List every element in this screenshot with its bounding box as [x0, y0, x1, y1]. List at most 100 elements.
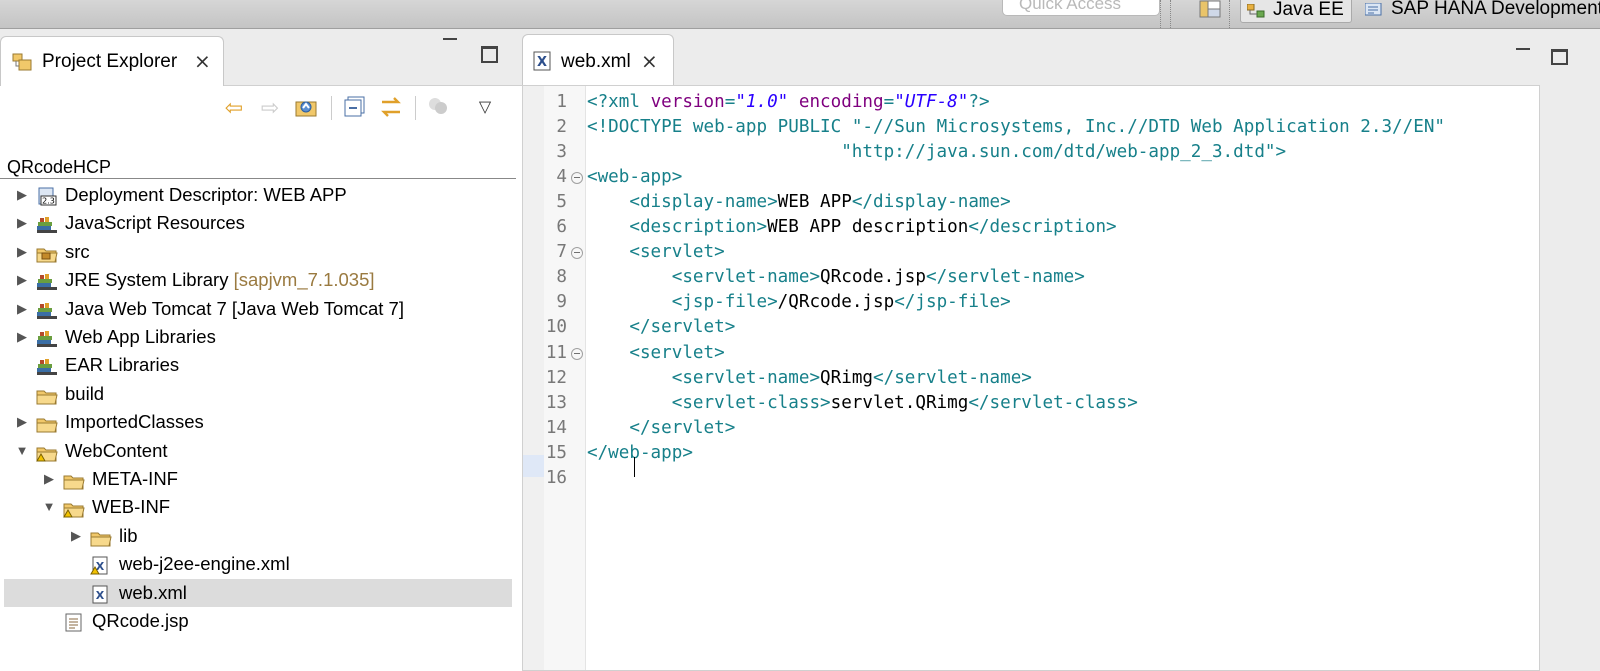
- tree-item[interactable]: QRcode.jsp: [0, 607, 516, 635]
- expanded-twisty-icon[interactable]: ▼: [15, 437, 29, 465]
- tree-item-text: Web App Libraries: [65, 326, 216, 347]
- code-token: "-//Sun Microsystems, Inc.//DTD Web Appl…: [851, 117, 1445, 138]
- folder-warning-icon: [63, 498, 85, 518]
- xml-file-icon: X: [90, 584, 112, 604]
- tree-item[interactable]: ▶ ImportedClasses: [0, 408, 516, 436]
- overview-ruler: [523, 86, 544, 670]
- tree-item-label: ImportedClasses: [65, 408, 204, 436]
- library-icon: [36, 300, 58, 319]
- back-arrow-icon[interactable]: ⇦: [221, 96, 247, 120]
- collapsed-twisty-icon[interactable]: ▶: [15, 408, 29, 436]
- tree-item-label: META-INF: [92, 465, 178, 493]
- tree-item-text: QRcode.jsp: [92, 610, 189, 631]
- tree-item-text: Java Web Tomcat 7 [Java Web Tomcat 7]: [65, 297, 404, 319]
- tree-item[interactable]: ▶ Web App Libraries: [0, 323, 516, 351]
- code-token: <description>: [587, 217, 768, 238]
- tree-item-decoration: [sapjvm_7.1.035]: [233, 269, 375, 291]
- collapsed-twisty-icon[interactable]: ▶: [69, 522, 83, 550]
- tree-item[interactable]: build: [0, 380, 516, 408]
- tab-project-explorer[interactable]: Project Explorer ⨯: [0, 36, 224, 86]
- collapse-all-icon[interactable]: [342, 96, 368, 120]
- line-number: 4: [556, 167, 567, 188]
- xml-source-editor[interactable]: 1 <?xml version="1.0" encoding="UTF-8"?> 2…: [522, 85, 1540, 671]
- close-icon[interactable]: ⨯: [194, 49, 211, 74]
- collapsed-twisty-icon[interactable]: ▶: [15, 181, 29, 209]
- jsp-file-icon: [63, 612, 85, 632]
- library-icon: [36, 214, 58, 234]
- tree-item[interactable]: EAR Libraries: [0, 351, 516, 379]
- tree-item[interactable]: ▶ JavaScript Resources: [0, 209, 516, 237]
- perspective-java-ee-button[interactable]: Java EE: [1240, 0, 1352, 23]
- code-token: <display-name>: [587, 192, 778, 213]
- maximize-icon[interactable]: [481, 46, 498, 63]
- code-line: <display-name>WEB APP</display-name>: [587, 190, 1010, 215]
- code-token: "1.0": [735, 92, 789, 112]
- collapsed-twisty-icon[interactable]: ▶: [15, 209, 29, 237]
- toolbar-separator: [415, 96, 416, 120]
- collapsed-twisty-icon[interactable]: ▶: [15, 266, 29, 294]
- code-line: <servlet>: [587, 341, 724, 366]
- forward-arrow-icon[interactable]: ⇨: [257, 96, 283, 120]
- tree-item[interactable]: Xweb-j2ee-engine.xml: [0, 550, 516, 578]
- folder-icon: [63, 470, 85, 490]
- collapsed-twisty-icon[interactable]: ▶: [15, 295, 29, 323]
- open-perspective-icon[interactable]: [1199, 0, 1221, 18]
- tree-item-label: WEB-INF: [92, 493, 170, 521]
- text-caret: [634, 457, 636, 477]
- link-with-editor-icon[interactable]: [378, 96, 404, 120]
- library-icon: [36, 328, 58, 347]
- toolbar-separator: [1229, 0, 1232, 28]
- tree-item[interactable]: ▼ WEB-INF: [0, 493, 516, 521]
- divider: [0, 178, 516, 179]
- tree-item[interactable]: Xweb.xml: [4, 578, 512, 607]
- minimize-icon[interactable]: [1516, 48, 1530, 50]
- fold-toggle-icon[interactable]: [571, 347, 583, 360]
- filter-icon[interactable]: [426, 96, 452, 120]
- tree-item[interactable]: ▶ lib: [0, 522, 516, 550]
- tree-item-text: EAR Libraries: [65, 354, 180, 376]
- xml-file-icon: X: [533, 51, 551, 71]
- folder-icon: [90, 527, 112, 547]
- tree-item[interactable]: ▶ 2.3 Deployment Descriptor: WEB APP: [0, 181, 516, 209]
- tab-web-xml[interactable]: X web.xml ⨯: [522, 34, 674, 85]
- code-line: </servlet>: [587, 416, 735, 441]
- home-icon[interactable]: [293, 96, 319, 120]
- tree-item-text: JRE System Library: [65, 269, 234, 291]
- tree-item[interactable]: ▶ src: [0, 238, 516, 266]
- expanded-twisty-icon[interactable]: ▼: [42, 493, 56, 521]
- collapsed-twisty-icon[interactable]: ▶: [42, 465, 56, 493]
- view-menu-icon[interactable]: ▽: [472, 96, 498, 120]
- maximize-icon[interactable]: [1551, 49, 1568, 65]
- tree-item-label: WebContent: [65, 437, 168, 465]
- close-icon[interactable]: ⨯: [641, 49, 658, 74]
- tree-item-label: Web App Libraries: [65, 323, 216, 351]
- svg-text:2.3: 2.3: [42, 197, 55, 206]
- collapsed-twisty-icon[interactable]: ▶: [15, 323, 29, 351]
- tree-item[interactable]: ▶ Java Web Tomcat 7 [Java Web Tomcat 7]: [0, 295, 516, 323]
- quick-access-input[interactable]: Quick Access: [1002, 0, 1160, 16]
- code-token: <servlet>: [587, 242, 725, 263]
- project-explorer-tabbar: Project Explorer ⨯: [0, 30, 522, 86]
- code-token: <servlet-name>: [587, 267, 821, 288]
- project-explorer-toolbar: ⇦ ⇨ ▽: [0, 86, 522, 130]
- perspective-sap-hana-button[interactable]: SAP HANA Development: [1359, 0, 1600, 23]
- tree-item[interactable]: ▶ JRE System Library [sapjvm_7.1.035]: [0, 266, 516, 294]
- line-number: 13: [545, 392, 567, 413]
- code-token: </servlet>: [587, 417, 736, 438]
- current-line-marker: [523, 455, 544, 477]
- code-token: </servlet-name>: [925, 267, 1085, 288]
- code-token: <servlet-name>: [587, 367, 821, 388]
- tree-item[interactable]: ▼ WebContent: [0, 437, 516, 465]
- code-line: <servlet>: [587, 240, 725, 265]
- code-token: PUBLIC: [777, 117, 852, 138]
- code-token: </servlet-name>: [873, 367, 1032, 388]
- minimize-icon[interactable]: [443, 38, 457, 42]
- code-line: <servlet-name>QRimg</servlet-name>: [587, 366, 1032, 391]
- xml-file-warning-icon: X: [90, 555, 112, 575]
- code-token: =: [724, 92, 736, 112]
- tree-item-text: WebContent: [65, 439, 168, 461]
- tree-item-label: QRcode.jsp: [92, 607, 189, 635]
- tree-item[interactable]: ▶ META-INF: [0, 465, 516, 493]
- collapsed-twisty-icon[interactable]: ▶: [15, 238, 29, 266]
